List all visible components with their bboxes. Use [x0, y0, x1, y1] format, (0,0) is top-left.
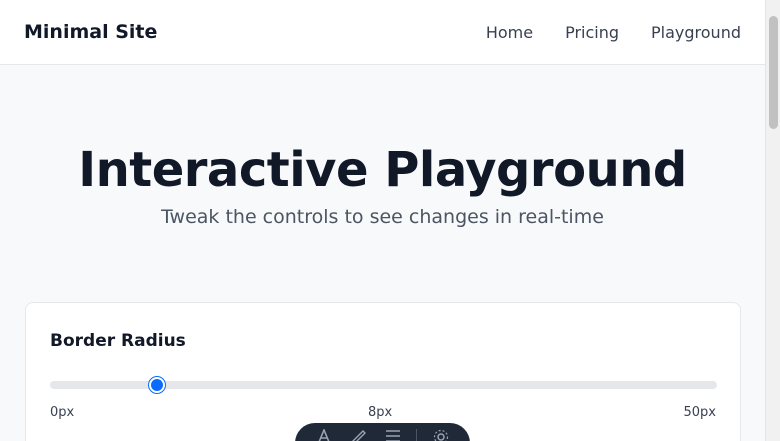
navbar: Minimal Site Home Pricing Playground: [0, 0, 765, 65]
toolbar-divider: [416, 429, 418, 441]
controls-panel: Border Radius 0px 8px 50px: [25, 302, 741, 441]
draw-icon[interactable]: [348, 429, 370, 441]
menu-icon[interactable]: [382, 429, 404, 441]
page-title: Interactive Playground: [78, 142, 687, 198]
slider-max-label: 50px: [683, 405, 717, 420]
scrollbar-thumb[interactable]: [769, 16, 778, 129]
hero-section: Interactive Playground Tweak the control…: [0, 65, 765, 228]
page-scrollbar[interactable]: [765, 0, 780, 441]
border-radius-slider[interactable]: [50, 377, 717, 393]
page-subtitle: Tweak the controls to see changes in rea…: [161, 206, 604, 228]
nav-link-home[interactable]: Home: [486, 23, 533, 42]
border-radius-label: Border Radius: [50, 331, 186, 351]
slider-thumb[interactable]: [148, 377, 165, 393]
slider-min-label: 0px: [50, 405, 75, 420]
nav-links: Home Pricing Playground: [486, 23, 741, 42]
site-brand[interactable]: Minimal Site: [24, 21, 157, 43]
settings-icon[interactable]: [430, 429, 452, 441]
nav-link-pricing[interactable]: Pricing: [565, 23, 619, 42]
text-icon[interactable]: [313, 429, 335, 441]
floating-toolbar: [295, 423, 470, 441]
slider-value-label: 8px: [368, 405, 393, 420]
nav-link-playground[interactable]: Playground: [651, 23, 741, 42]
